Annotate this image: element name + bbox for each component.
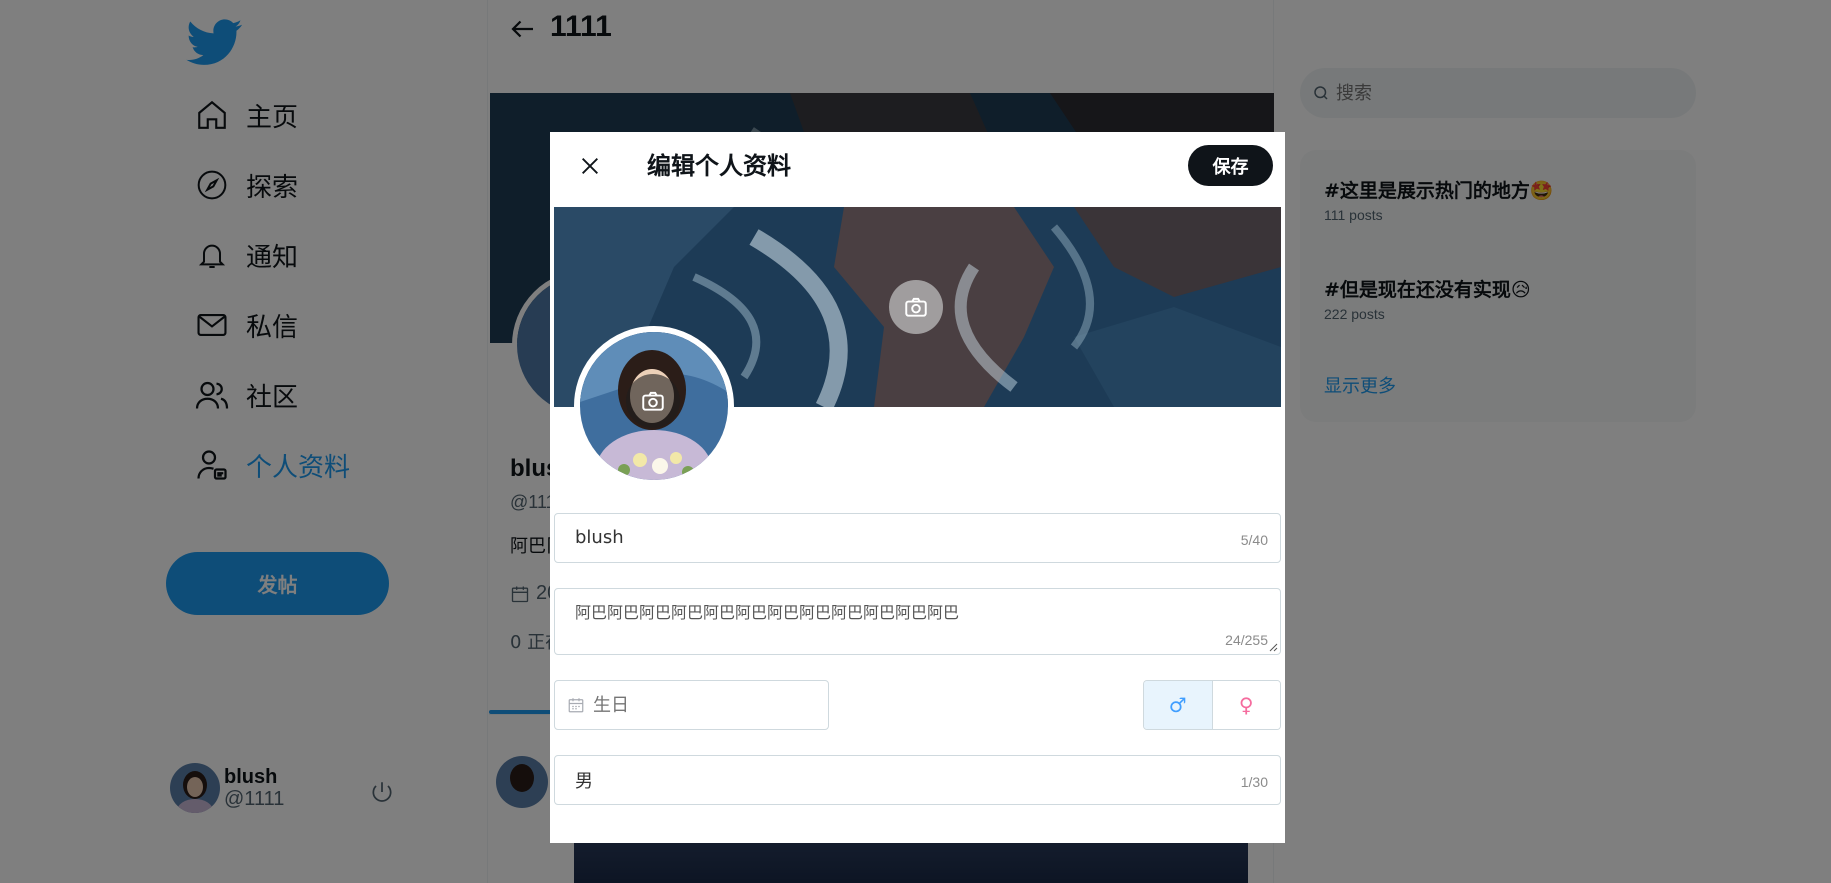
edit-profile-dialog: 编辑个人资料 保存 blush 5/40 阿巴阿巴阿巴阿巴阿巴阿巴阿巴阿巴阿巴阿… bbox=[550, 132, 1285, 843]
bio-textarea[interactable]: 阿巴阿巴阿巴阿巴阿巴阿巴阿巴阿巴阿巴阿巴阿巴阿巴 bbox=[575, 599, 1260, 629]
calendar-icon bbox=[568, 698, 584, 713]
change-avatar-button[interactable] bbox=[626, 374, 680, 428]
close-icon bbox=[582, 158, 598, 174]
change-banner-button[interactable] bbox=[889, 280, 943, 334]
camera-icon bbox=[905, 297, 927, 317]
gender-text-char-count: 1/30 bbox=[1240, 774, 1268, 790]
birthday-picker[interactable] bbox=[554, 680, 829, 730]
name-char-count: 5/40 bbox=[1240, 532, 1268, 548]
male-icon: ♂ bbox=[1168, 693, 1187, 717]
save-button[interactable]: 保存 bbox=[1188, 145, 1273, 186]
dialog-title: 编辑个人资料 bbox=[647, 152, 791, 180]
bio-field: 阿巴阿巴阿巴阿巴阿巴阿巴阿巴阿巴阿巴阿巴阿巴阿巴 24/255 bbox=[554, 588, 1281, 655]
camera-icon bbox=[642, 391, 664, 411]
female-icon: ♀ bbox=[1238, 693, 1254, 717]
gender-toggle: ♂ ♀ bbox=[1143, 680, 1281, 730]
gender-male-button[interactable]: ♂ bbox=[1144, 681, 1213, 729]
gender-text-input[interactable] bbox=[575, 769, 1260, 790]
bio-char-count: 24/255 bbox=[1225, 632, 1268, 648]
resize-handle-icon[interactable] bbox=[1268, 642, 1278, 652]
birthday-input[interactable] bbox=[593, 694, 793, 716]
gender-text-field: 1/30 bbox=[554, 755, 1281, 805]
name-input[interactable] bbox=[575, 527, 1260, 548]
close-button[interactable] bbox=[570, 146, 610, 186]
gender-female-button[interactable]: ♀ bbox=[1212, 681, 1280, 729]
name-field: 5/40 bbox=[554, 513, 1281, 563]
